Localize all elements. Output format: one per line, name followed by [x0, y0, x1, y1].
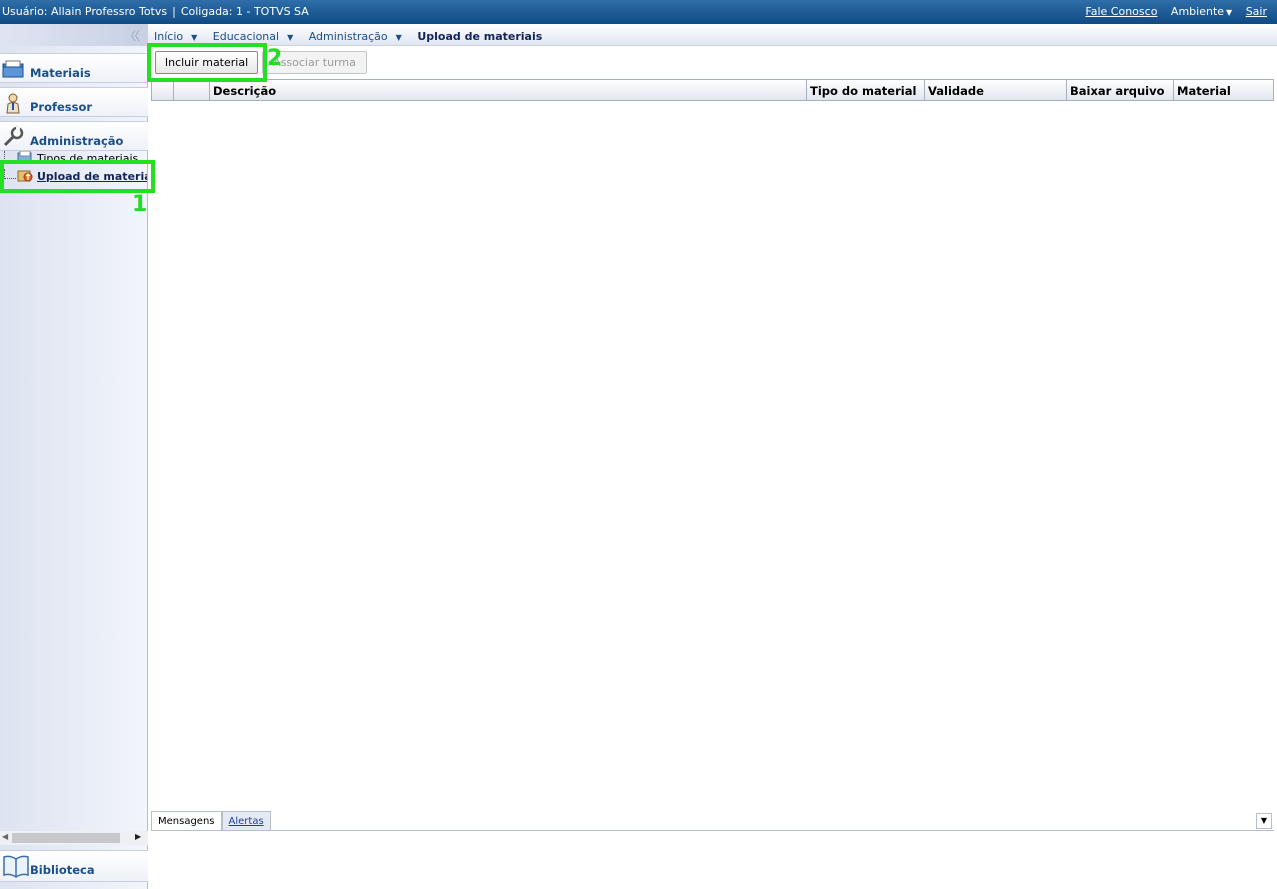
- materials-grid-header: Descrição Tipo do material Validade Baix…: [151, 79, 1274, 101]
- caret-down-icon: ▼: [1226, 8, 1233, 17]
- caret-down-icon: ▼: [395, 33, 402, 42]
- highlight-box-2: [147, 43, 267, 82]
- messages-panel: [151, 830, 1274, 889]
- sidebar-collapse-strip: 〈〈: [0, 24, 148, 46]
- grid-col-descricao[interactable]: Descrição: [210, 80, 807, 100]
- caret-down-icon: ▼: [287, 33, 294, 42]
- fale-conosco-link[interactable]: Fale Conosco: [1085, 5, 1157, 18]
- sidebar-section-label: Administração: [30, 134, 124, 148]
- breadcrumb: Início ▼ Educacional ▼ Administração ▼ Uplo…: [148, 24, 1277, 46]
- grid-col-material[interactable]: Material: [1174, 80, 1273, 100]
- book-icon: [3, 855, 29, 878]
- sidebar: 〈〈 Materiais Professor Administração Tip…: [0, 24, 148, 889]
- user-label: Usuário: Allain Professro Totvs: [2, 5, 168, 18]
- top-bar: Usuário: Allain Professro Totvs | Coligada…: [0, 0, 1277, 24]
- scroll-left-icon[interactable]: ◀: [2, 832, 8, 841]
- grid-col-baixar[interactable]: Baixar arquivo: [1067, 80, 1174, 100]
- wrench-icon: [3, 126, 24, 147]
- highlight-box-1: [0, 160, 155, 193]
- scroll-right-icon[interactable]: ▶: [135, 832, 141, 841]
- tab-mensagens[interactable]: Mensagens: [151, 811, 222, 831]
- grid-col-actions[interactable]: [174, 80, 210, 100]
- person-icon: [6, 93, 20, 114]
- coligada-label: Coligada: 1 - TOTVS SA: [180, 5, 309, 18]
- breadcrumb-current: Upload de materiais: [417, 30, 543, 43]
- sidebar-horizontal-scrollbar[interactable]: ◀ ▶: [0, 831, 148, 845]
- breadcrumb-educacional[interactable]: Educacional ▼: [213, 30, 299, 43]
- sidebar-section-professor[interactable]: Professor: [0, 87, 148, 117]
- sidebar-section-administracao[interactable]: Administração: [0, 121, 148, 151]
- ambiente-menu[interactable]: Ambiente ▼: [1171, 5, 1232, 18]
- annotation-number-2: 2: [267, 46, 283, 71]
- sidebar-section-label: Biblioteca: [30, 863, 95, 877]
- grid-col-tipo[interactable]: Tipo do material: [807, 80, 925, 100]
- collapse-icon[interactable]: 〈〈: [124, 27, 140, 44]
- scrollbar-thumb[interactable]: [12, 833, 120, 843]
- caret-down-icon: ▼: [191, 33, 198, 42]
- bottom-panel: Mensagens Alertas ▼: [151, 811, 1274, 889]
- annotation-number-1: 1: [132, 192, 148, 217]
- sidebar-section-label: Materiais: [30, 66, 91, 80]
- breadcrumb-administracao[interactable]: Administração ▼: [309, 30, 408, 43]
- panel-menu-icon[interactable]: ▼: [1256, 813, 1272, 829]
- tab-alertas[interactable]: Alertas: [221, 811, 271, 831]
- sair-link[interactable]: Sair: [1246, 5, 1267, 18]
- session-info: Usuário: Allain Professro Totvs | Coligada…: [2, 5, 309, 18]
- top-links: Fale Conosco Ambiente ▼ Sair: [1085, 5, 1267, 18]
- folder-icon: [2, 60, 24, 78]
- sidebar-section-label: Professor: [30, 100, 93, 114]
- grid-col-validade[interactable]: Validade: [925, 80, 1067, 100]
- sidebar-section-materiais[interactable]: Materiais: [0, 53, 148, 83]
- sidebar-section-biblioteca[interactable]: Biblioteca: [0, 850, 148, 882]
- breadcrumb-inicio[interactable]: Início ▼: [154, 30, 203, 43]
- grid-col-select[interactable]: [152, 80, 174, 100]
